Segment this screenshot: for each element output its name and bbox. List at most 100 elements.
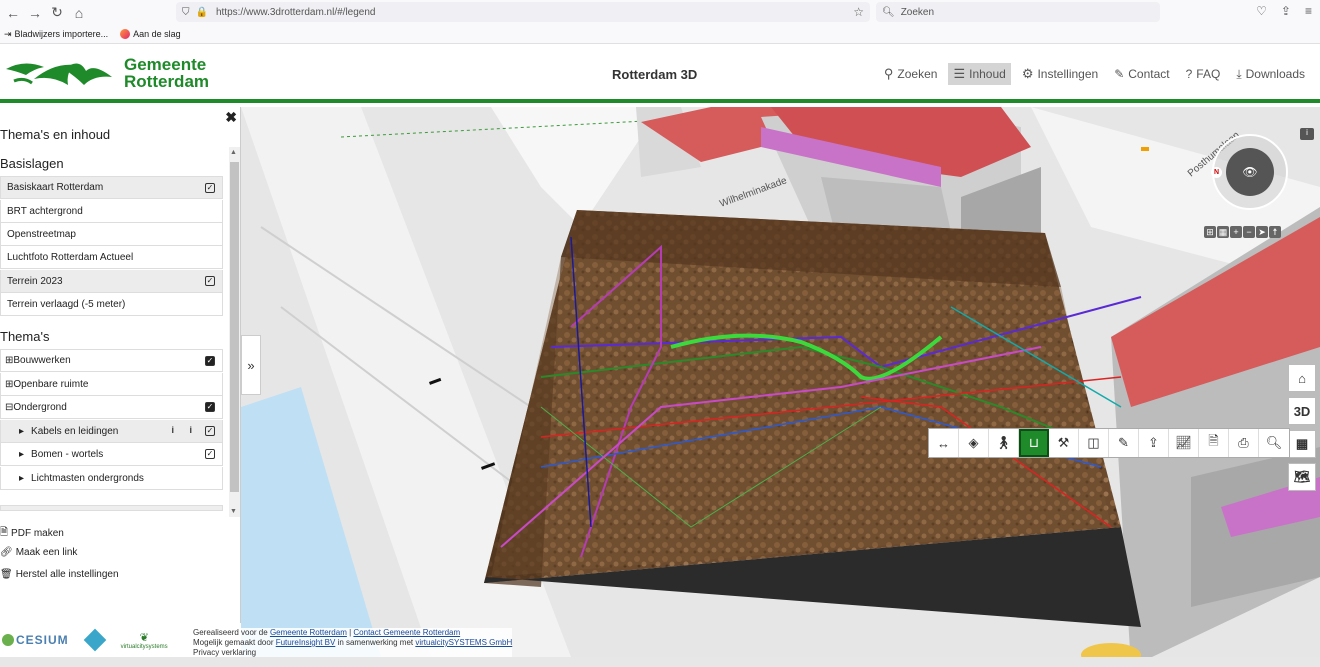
nav-inhoud[interactable]: ☰ Inhoud — [948, 63, 1011, 85]
ground-tool-button[interactable]: ◈ — [959, 429, 989, 457]
checkbox-checked[interactable]: ✓ — [205, 356, 215, 366]
sidebar-expand-button[interactable]: » — [241, 335, 261, 395]
footer-text: in samenwerking met — [335, 638, 416, 647]
info-icon[interactable]: i — [189, 425, 192, 435]
info-icon[interactable]: i — [1300, 128, 1314, 140]
theme-bouwwerken[interactable]: ⊞ Bouwwerken ✓ — [0, 349, 223, 372]
expand-icon[interactable]: ⊞ — [5, 355, 13, 366]
checkbox-checked[interactable]: ✓ — [205, 449, 215, 459]
map-scene[interactable]: Wilhelminakade Posthumalaan — [241, 107, 1320, 657]
theme-label: Ondergrond — [13, 401, 67, 413]
diamond-logo-icon[interactable] — [83, 628, 106, 652]
tools-tool-button[interactable]: ⚒ — [1049, 429, 1079, 457]
apps-button[interactable]: ▦ — [1288, 430, 1316, 458]
contact-gemeente-link[interactable]: Contact Gemeente Rotterdam — [353, 628, 460, 637]
theme-ondergrond[interactable]: ⊟ Ondergrond ✓ — [0, 396, 223, 419]
scroll-up-icon[interactable]: ▲ — [230, 149, 237, 156]
download-icon: ⤓ — [1236, 66, 1242, 81]
chart-tool-button[interactable]: 📈︎ — [1169, 429, 1199, 457]
cesium-logo[interactable]: CESIUM — [2, 633, 69, 647]
nav-contact[interactable]: ✎ Contact — [1109, 64, 1174, 84]
zoom-out-icon[interactable]: − — [1243, 226, 1255, 238]
zoom-in-icon[interactable]: + — [1230, 226, 1242, 238]
map-viewport[interactable]: Wilhelminakade Posthumalaan — [241, 107, 1320, 657]
caret-right-icon[interactable]: ▸ — [19, 473, 24, 484]
pocket-icon[interactable]: ♡ — [1256, 4, 1267, 18]
pdf-maken-link[interactable]: 🗎 PDF maken — [0, 525, 64, 542]
back-icon[interactable]: ← — [2, 2, 24, 24]
forward-icon[interactable]: → — [24, 2, 46, 24]
collapse-icon[interactable]: ⊟ — [5, 402, 13, 413]
theme-kabels-en-leidingen[interactable]: ▸ Kabels en leidingen i i ✓ — [0, 420, 223, 443]
list-icon: ☰ — [953, 66, 966, 81]
compass-widget[interactable]: 👁︎ N — [1211, 134, 1288, 210]
bookmark-getting-started[interactable]: Aan de slag — [120, 29, 181, 39]
walk-tool-button[interactable]: 🚶︎ — [989, 429, 1019, 457]
theme-label: Kabels en leidingen — [31, 425, 119, 437]
theme-label: Bomen - wortels — [31, 448, 104, 460]
nav-downloads[interactable]: ⤓ Downloads — [1231, 64, 1310, 85]
theme-lichtmasten[interactable]: ▸ Lichtmasten ondergronds — [0, 467, 223, 490]
print-tool-button[interactable]: ⎙ — [1229, 429, 1259, 457]
futureinsight-link[interactable]: FutureInsight BV — [276, 638, 336, 647]
caret-right-icon[interactable]: ▸ — [19, 449, 24, 460]
checkbox-checked[interactable]: ✓ — [205, 276, 215, 286]
theme-label: Bouwwerken — [13, 355, 71, 366]
nav-instellingen-label: Instellingen — [1037, 67, 1099, 81]
grid-icon[interactable]: ▦ — [1217, 226, 1229, 238]
logo-line2: Rotterdam — [124, 72, 210, 91]
virtualcitysystems-logo[interactable]: ❦ virtualcitysystems — [121, 631, 168, 650]
checkbox-checked[interactable]: ✓ — [205, 426, 215, 436]
close-icon[interactable]: ✖ — [225, 109, 237, 126]
zoom-search-icon: 🔍︎ — [1265, 435, 1283, 450]
herstel-instellingen-link[interactable]: 🗑︎ Herstel alle instellingen — [0, 569, 119, 580]
pedestrian-icon[interactable]: ☨ — [1269, 226, 1281, 238]
layer-brt-achtergrond[interactable]: BRT achtergrond — [0, 200, 223, 223]
locate-icon[interactable]: ➤ — [1256, 226, 1268, 238]
zoom-search-tool-button[interactable]: 🔍︎ — [1259, 429, 1289, 457]
pdf-tool-button[interactable]: 🗎 — [1199, 429, 1229, 457]
view-3d-button[interactable]: 3D — [1288, 397, 1316, 425]
menu-icon[interactable]: ≡ — [1305, 4, 1312, 18]
scrollbar-thumb[interactable] — [230, 162, 239, 492]
expand-icon[interactable]: ⊞ — [5, 379, 13, 390]
privacy-link[interactable]: Privacy verklaring — [193, 648, 256, 657]
measure-tool-button[interactable]: ↔ — [929, 429, 959, 457]
upload-tool-button[interactable]: ⇪ — [1139, 429, 1169, 457]
virtualcitysystems-link[interactable]: virtualcitySYSTEMS GmbH — [415, 638, 512, 647]
home-icon[interactable]: ⌂ — [68, 2, 90, 24]
reload-icon[interactable]: ↻ — [46, 2, 68, 24]
sidebar-scrollbar[interactable]: ▲ ▼ — [229, 147, 240, 517]
excavation-tool-button[interactable]: ⊔ — [1019, 429, 1049, 457]
info-icon[interactable]: i — [171, 425, 174, 435]
nav-instellingen[interactable]: ⚙ Instellingen — [1017, 63, 1103, 85]
scroll-down-icon[interactable]: ▼ — [230, 508, 237, 515]
layer-basiskaart-rotterdam[interactable]: Basiskaart Rotterdam ✓ — [0, 176, 223, 199]
brush-tool-button[interactable]: ✎ — [1109, 429, 1139, 457]
layer-openstreetmap[interactable]: Openstreetmap — [0, 223, 223, 246]
gemeente-link[interactable]: Gemeente Rotterdam — [270, 628, 347, 637]
tilt-icon[interactable]: ⊞ — [1204, 226, 1216, 238]
theme-openbare-ruimte[interactable]: ⊞ Openbare ruimte — [0, 373, 223, 396]
theme-bomen-wortels[interactable]: ▸ Bomen - wortels ✓ — [0, 443, 223, 466]
nav-zoeken[interactable]: ⚲ Zoeken — [879, 63, 943, 85]
checkbox-checked[interactable]: ✓ — [205, 183, 215, 193]
layer-luchtfoto[interactable]: Luchtfoto Rotterdam Actueel — [0, 246, 223, 269]
extensions-icon[interactable]: ⇪ — [1281, 4, 1291, 18]
bookmark-star-icon[interactable]: ☆ — [853, 5, 864, 19]
maak-een-link-link[interactable]: 🔗︎ Maak een link — [0, 547, 77, 558]
layer-terrein-2023[interactable]: Terrein 2023 ✓ — [0, 270, 223, 293]
checkbox-checked[interactable]: ✓ — [205, 402, 215, 412]
bookmark-import[interactable]: ⇥ Bladwijzers importere... — [4, 29, 108, 40]
rotterdam-lion-icon — [6, 63, 112, 85]
map-layers-button[interactable]: 🗺︎ — [1288, 463, 1316, 491]
split-tool-button[interactable]: ◫ — [1079, 429, 1109, 457]
url-bar[interactable]: ⛉ 🔒 https://www.3drotterdam.nl/#/legend … — [176, 2, 870, 22]
gemeente-logo[interactable]: Gemeente Rotterdam — [4, 55, 209, 91]
nav-faq[interactable]: ? FAQ — [1181, 64, 1226, 84]
caret-right-icon[interactable]: ▸ — [19, 426, 24, 437]
browser-search-input[interactable]: 🔍︎ Zoeken — [876, 2, 1160, 22]
eye-icon[interactable]: 👁︎ — [1226, 148, 1274, 196]
layer-terrein-verlaagd[interactable]: Terrein verlaagd (-5 meter) — [0, 293, 223, 316]
home-view-button[interactable]: ⌂ — [1288, 364, 1316, 392]
